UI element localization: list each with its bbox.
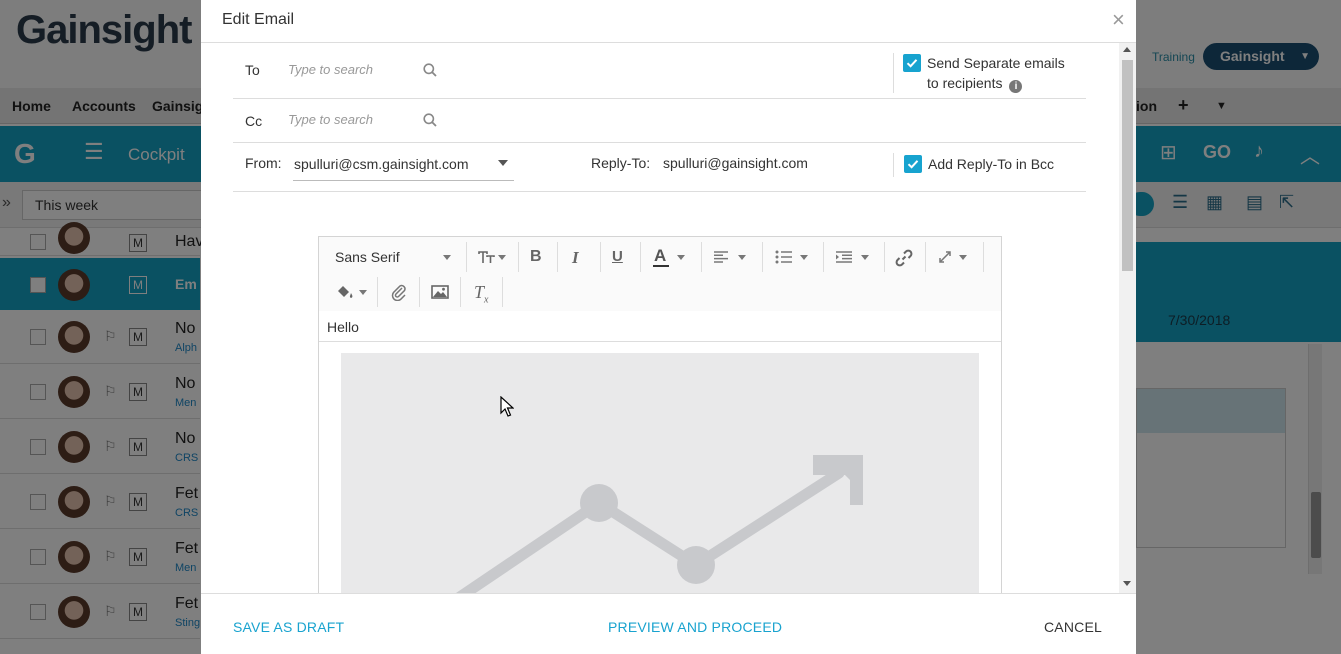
- underline-button[interactable]: U: [610, 242, 630, 272]
- check-icon: [907, 160, 919, 169]
- preview-proceed-button[interactable]: PREVIEW AND PROCEED: [608, 619, 782, 635]
- editor-first-line[interactable]: Hello: [319, 311, 1001, 342]
- link-button[interactable]: [894, 242, 916, 272]
- font-family-value: Sans Serif: [335, 249, 400, 265]
- divider: [893, 53, 894, 93]
- add-reply-bcc-label: Add Reply-To in Bcc: [928, 156, 1055, 172]
- to-input[interactable]: Type to search: [288, 62, 373, 77]
- reply-to-label: Reply-To:: [591, 155, 651, 171]
- dialog-body: To Type to search Send Separate emails t…: [201, 43, 1121, 593]
- text-color-button[interactable]: A: [651, 242, 691, 272]
- italic-button[interactable]: I: [569, 242, 589, 272]
- clear-format-icon: Tx: [474, 282, 489, 306]
- chevron-down-icon: [498, 160, 508, 166]
- font-size-button[interactable]: [474, 242, 510, 272]
- italic-icon: I: [572, 248, 579, 267]
- send-separate-checkbox[interactable]: [903, 54, 921, 72]
- divider: [893, 153, 894, 177]
- email-body-image[interactable]: [341, 353, 979, 593]
- expand-icon: [939, 251, 951, 263]
- scroll-up-icon[interactable]: [1123, 47, 1131, 52]
- from-row: From: spulluri@csm.gainsight.com Reply-T…: [233, 143, 1086, 192]
- dialog-header: Edit Email ×: [201, 0, 1136, 43]
- search-icon[interactable]: [423, 63, 437, 77]
- fill-color-button[interactable]: [335, 277, 369, 307]
- image-icon: [431, 285, 449, 299]
- scroll-thumb[interactable]: [1122, 60, 1133, 271]
- from-value: spulluri@csm.gainsight.com: [294, 156, 469, 172]
- dialog-scrollbar[interactable]: [1119, 43, 1136, 593]
- email-editor: Sans Serif B I U A Tx Hello: [318, 236, 1002, 593]
- dialog-footer: SAVE AS DRAFT PREVIEW AND PROCEED CANCEL: [201, 593, 1136, 654]
- edit-email-dialog: Edit Email × To Type to search Send Sepa…: [201, 0, 1136, 654]
- indent-icon: [836, 251, 852, 263]
- cc-row: Cc Type to search: [233, 99, 1086, 143]
- to-row: To Type to search Send Separate emails t…: [233, 43, 1086, 99]
- list-button[interactable]: [773, 242, 813, 272]
- text-size-icon: [478, 251, 495, 263]
- close-icon[interactable]: ×: [1112, 9, 1125, 31]
- cc-input[interactable]: Type to search: [288, 112, 373, 127]
- from-label: From:: [245, 155, 282, 171]
- image-button[interactable]: [430, 277, 450, 307]
- align-left-icon: [714, 251, 728, 263]
- info-icon[interactable]: i: [1009, 80, 1023, 93]
- cancel-button[interactable]: CANCEL: [1044, 619, 1102, 635]
- cc-label: Cc: [245, 113, 263, 129]
- attachment-button[interactable]: [389, 277, 409, 307]
- clear-format-button[interactable]: Tx: [472, 277, 492, 307]
- editor-text: Hello: [327, 319, 359, 335]
- from-select[interactable]: spulluri@csm.gainsight.com: [293, 143, 514, 181]
- link-icon: [895, 249, 913, 267]
- scroll-down-icon[interactable]: [1123, 581, 1131, 586]
- editor-toolbar: Sans Serif B I U A Tx: [319, 237, 1001, 311]
- bold-icon: B: [530, 248, 542, 265]
- paint-bucket-icon: [338, 286, 353, 298]
- trend-chart-icon: [455, 455, 863, 593]
- send-separate-line1: Send Separate emails: [927, 55, 1065, 71]
- reply-to-value[interactable]: spulluri@gainsight.com: [663, 155, 808, 171]
- add-reply-bcc-checkbox[interactable]: [904, 155, 922, 173]
- indent-button[interactable]: [833, 242, 873, 272]
- fullscreen-button[interactable]: [936, 242, 976, 272]
- save-draft-button[interactable]: SAVE AS DRAFT: [233, 619, 344, 635]
- send-separate-line2: to recipients: [927, 75, 1003, 91]
- chevron-down-icon: [443, 255, 451, 260]
- send-separate-label: Send Separate emails to recipients i: [927, 53, 1065, 93]
- search-icon[interactable]: [423, 113, 437, 127]
- underline-icon: U: [612, 248, 623, 265]
- dialog-title: Edit Email: [222, 11, 295, 28]
- text-color-icon: A: [654, 246, 667, 265]
- align-button[interactable]: [711, 242, 751, 272]
- bullet-list-icon: [775, 250, 792, 264]
- mouse-cursor-icon: [500, 396, 514, 417]
- font-family-select[interactable]: Sans Serif: [327, 242, 457, 272]
- bold-button[interactable]: B: [527, 242, 547, 272]
- paperclip-icon: [391, 284, 406, 301]
- check-icon: [906, 59, 918, 68]
- to-label: To: [245, 62, 260, 78]
